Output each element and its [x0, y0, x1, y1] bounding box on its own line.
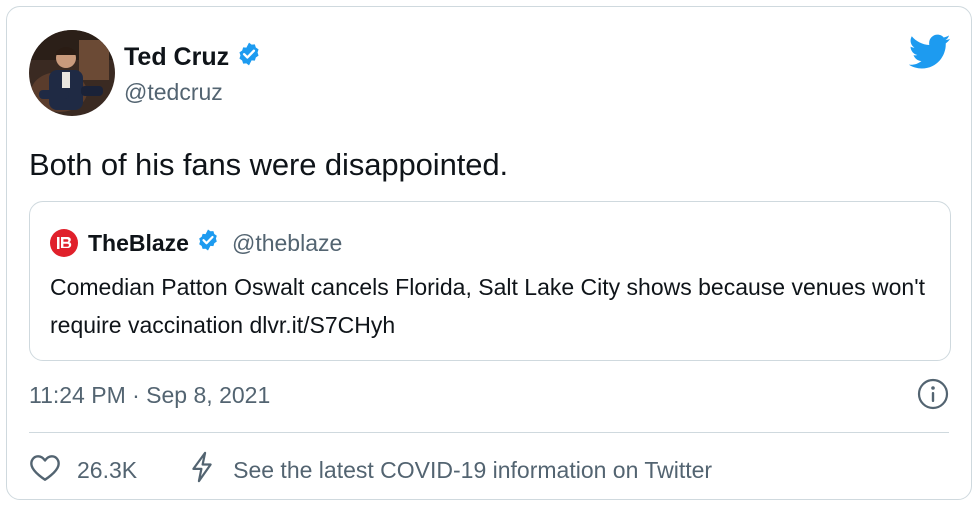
- verified-badge-icon: [196, 228, 220, 258]
- quote-author-name[interactable]: TheBlaze: [88, 230, 189, 257]
- twitter-bird-icon[interactable]: [908, 34, 951, 70]
- avatar[interactable]: [29, 30, 115, 116]
- tweet-actions: 26.3K See the latest COVID-19 informatio…: [29, 451, 712, 489]
- author-handle[interactable]: @tedcruz: [124, 79, 223, 106]
- quote-header: TheBlaze @theblaze: [50, 228, 342, 258]
- like-count: 26.3K: [77, 456, 138, 483]
- covid-info-text: See the latest COVID-19 information on T…: [233, 456, 713, 483]
- quote-author-handle[interactable]: @theblaze: [232, 230, 342, 257]
- tweet-timestamp[interactable]: 11:24 PM · Sep 8, 2021: [29, 382, 270, 409]
- theblaze-logo-icon[interactable]: [50, 229, 78, 257]
- quoted-tweet[interactable]: TheBlaze @theblaze Comedian Patton Oswal…: [29, 201, 951, 361]
- like-button[interactable]: 26.3K: [29, 452, 137, 488]
- lightning-icon: [189, 451, 215, 489]
- heart-icon: [29, 452, 61, 488]
- tweet-card: Ted Cruz @tedcruz Both of his fans were …: [6, 6, 972, 500]
- covid-info-link[interactable]: See the latest COVID-19 information on T…: [189, 451, 712, 489]
- info-icon[interactable]: [917, 378, 949, 410]
- quote-text: Comedian Patton Oswalt cancels Florida, …: [50, 274, 925, 338]
- author-name-text: Ted Cruz: [124, 43, 230, 71]
- divider: [29, 432, 949, 433]
- author-name[interactable]: Ted Cruz: [124, 41, 262, 74]
- verified-badge-icon: [236, 41, 262, 74]
- tweet-text: Both of his fans were disappointed.: [29, 147, 509, 182]
